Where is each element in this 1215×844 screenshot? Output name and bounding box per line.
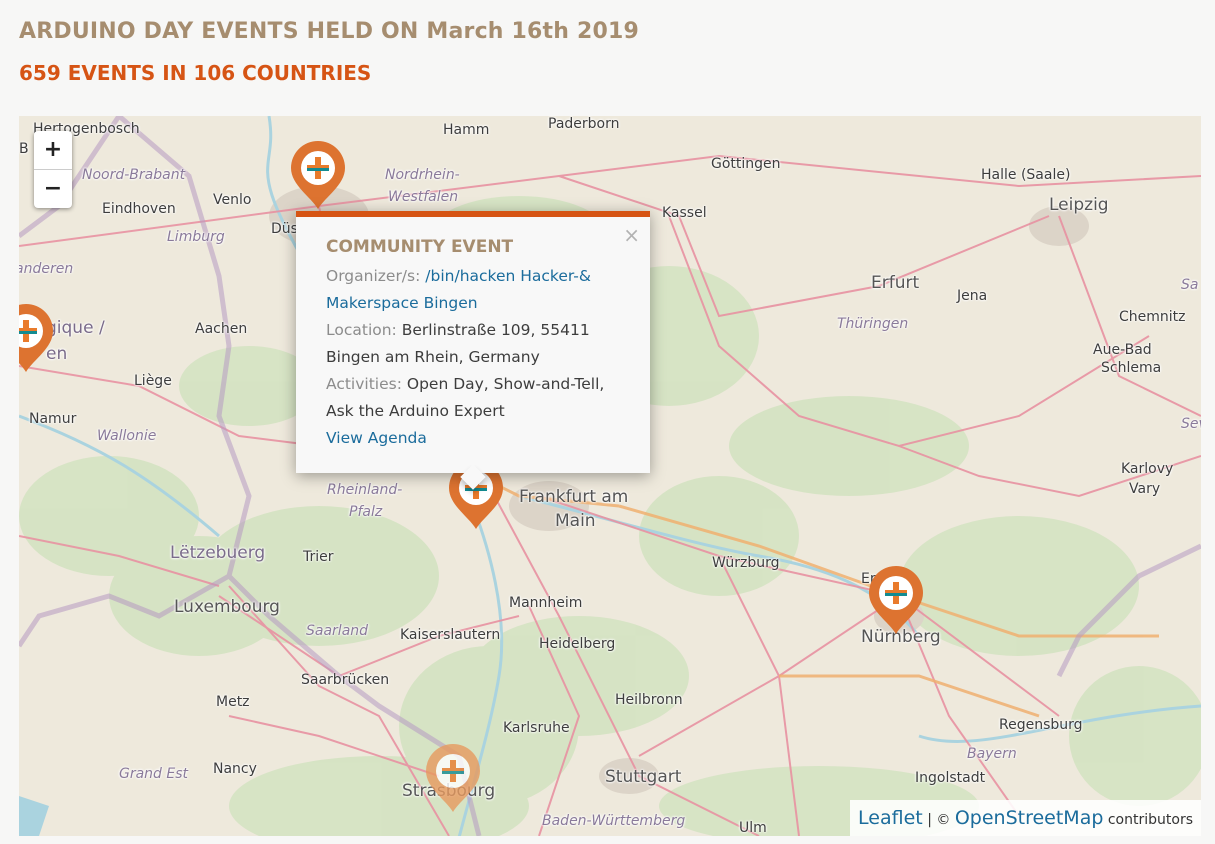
- zoom-control: + −: [34, 131, 72, 208]
- place-label: Trier: [303, 549, 334, 565]
- place-label: Aachen: [195, 321, 248, 337]
- map-attribution: Leaflet | © OpenStreetMap contributors: [850, 800, 1201, 836]
- place-label: Rheinland-: [327, 482, 403, 498]
- place-label: B: [19, 141, 29, 157]
- place-label: Paderborn: [548, 116, 620, 132]
- close-icon[interactable]: ×: [623, 223, 640, 247]
- place-label: anderen: [19, 261, 74, 277]
- place-label: Luxembourg: [174, 597, 280, 617]
- organizer-label: Organizer/s:: [326, 267, 421, 285]
- place-label: Heidelberg: [539, 636, 616, 652]
- place-label: Limburg: [167, 229, 225, 245]
- place-label: Liège: [134, 373, 172, 389]
- place-label: Karlsruhe: [503, 720, 570, 736]
- page-title: ARDUINO DAY EVENTS HELD ON March 16th 20…: [19, 19, 640, 44]
- place-label: Kassel: [662, 205, 707, 221]
- place-label: Göttingen: [711, 156, 781, 172]
- leaflet-link[interactable]: Leaflet: [858, 807, 923, 829]
- place-label: Pfalz: [349, 504, 383, 520]
- organizer-row: Organizer/s: /bin/hacken Hacker-& Makers…: [326, 263, 616, 317]
- event-marker[interactable]: [867, 566, 925, 636]
- event-map[interactable]: Hertogenbosch Hamm Paderborn Noord-Brabant N…: [19, 116, 1201, 836]
- place-label: Regensburg: [999, 717, 1083, 733]
- place-label: Würzburg: [712, 555, 780, 571]
- place-label: Leipzig: [1049, 195, 1109, 215]
- place-label: Düs: [271, 221, 298, 237]
- zoom-in-button[interactable]: +: [34, 131, 72, 170]
- place-label: Bayern: [967, 746, 1017, 762]
- attribution-separator: | ©: [922, 812, 955, 828]
- place-label: Mannheim: [509, 595, 583, 611]
- place-label: Kaiserslautern: [400, 627, 501, 643]
- place-label: Vary: [1129, 481, 1161, 497]
- place-label: Nancy: [213, 761, 257, 777]
- activities-label: Activities:: [326, 375, 402, 393]
- place-label: Frankfurt am: [519, 487, 629, 507]
- place-label: Lëtzebuerg: [170, 543, 266, 563]
- zoom-out-button[interactable]: −: [34, 170, 72, 208]
- place-label: Saarbrücken: [301, 672, 390, 688]
- place-label: Venlo: [213, 192, 252, 208]
- place-label: Aue-Bad: [1093, 342, 1152, 358]
- place-label: Thüringen: [837, 316, 909, 332]
- activities-row: Activities: Open Day, Show-and-Tell, Ask…: [326, 371, 616, 425]
- place-label: Wallonie: [97, 428, 157, 444]
- event-popup: × COMMUNITY EVENT Organizer/s: /bin/hack…: [296, 211, 650, 490]
- place-label: Ingolstadt: [915, 770, 986, 786]
- place-label: Noord-Brabant: [82, 167, 186, 183]
- popup-title: COMMUNITY EVENT: [326, 237, 514, 257]
- openstreetmap-link[interactable]: OpenStreetMap: [955, 807, 1104, 829]
- attribution-suffix: contributors: [1103, 812, 1193, 828]
- place-label: Schlema: [1101, 360, 1162, 376]
- events-count: 659 EVENTS IN 106 COUNTRIES: [19, 61, 372, 85]
- place-label: Heilbronn: [615, 692, 683, 708]
- place-label: Sev: [1181, 416, 1201, 432]
- place-label: Jena: [957, 288, 988, 304]
- place-label: Erfurt: [871, 273, 920, 293]
- location-row: Location: Berlinstraße 109, 55411 Bingen…: [326, 317, 616, 371]
- place-label: Baden-Württemberg: [542, 813, 686, 829]
- place-label: Chemnitz: [1119, 309, 1186, 325]
- place-label: Eindhoven: [102, 201, 176, 217]
- location-label: Location:: [326, 321, 397, 339]
- place-label: Main: [555, 511, 596, 531]
- place-label: Stuttgart: [605, 767, 682, 787]
- place-label: Grand Est: [119, 766, 189, 782]
- view-agenda-link[interactable]: View Agenda: [326, 429, 427, 447]
- place-label: Halle (Saale): [981, 167, 1071, 183]
- place-label: Karlovy: [1121, 461, 1174, 477]
- event-marker[interactable]: [424, 744, 482, 814]
- place-label: Sa: [1181, 277, 1199, 293]
- event-marker[interactable]: [19, 304, 55, 374]
- place-label: Nordrhein-: [385, 167, 460, 183]
- place-label: Ulm: [739, 820, 767, 836]
- place-label: Metz: [216, 694, 250, 710]
- event-marker[interactable]: [289, 141, 347, 211]
- place-label: Hamm: [443, 122, 490, 138]
- place-label: Namur: [29, 411, 77, 427]
- place-label: Westfalen: [388, 189, 459, 205]
- place-label: Saarland: [306, 623, 369, 639]
